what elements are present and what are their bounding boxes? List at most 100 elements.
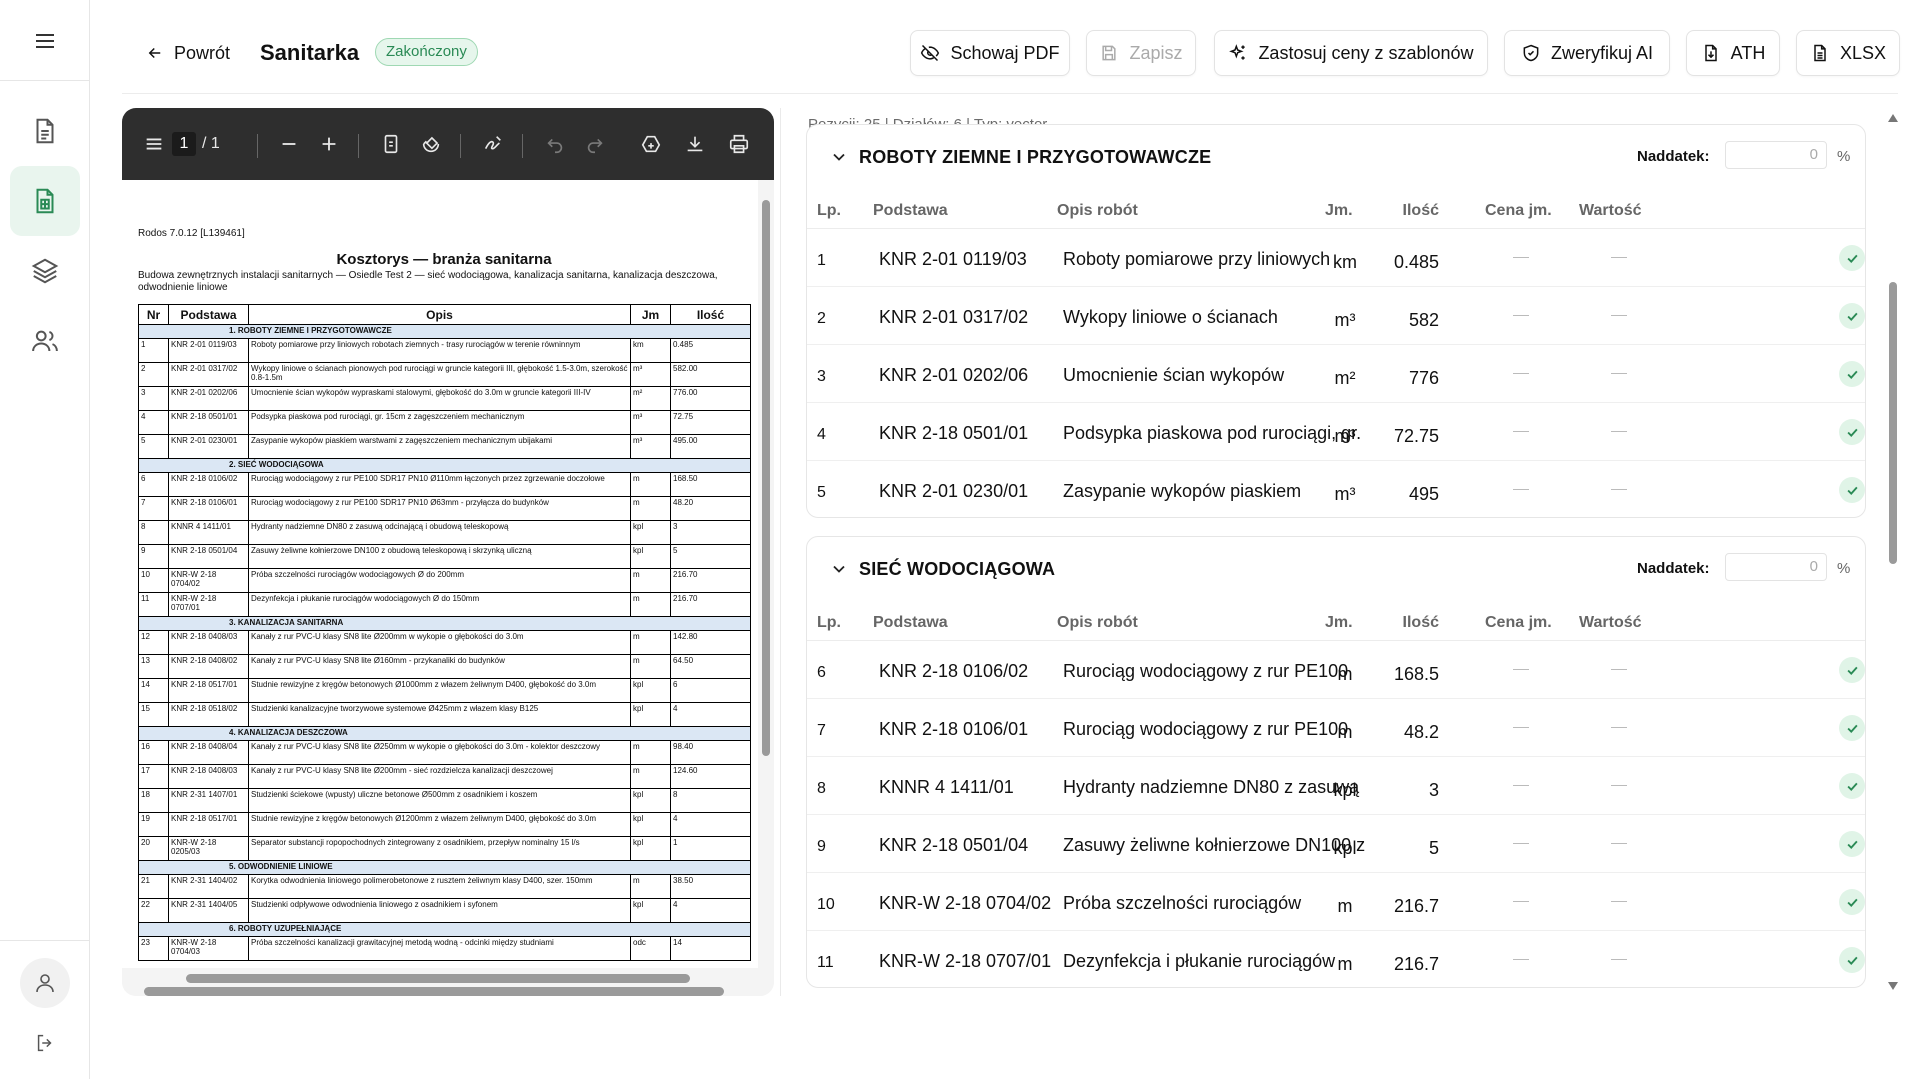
cell-opis[interactable]: Próba szczelności rurociągów (1063, 892, 1301, 914)
cell-opis[interactable]: Wykopy liniowe o ścianach (1063, 306, 1278, 328)
logout-icon[interactable] (30, 1028, 60, 1058)
price-empty[interactable] (1513, 785, 1529, 786)
fit-page-icon[interactable] (376, 108, 406, 180)
verified-check-icon[interactable] (1839, 715, 1865, 741)
pdf-outer-scrollbar[interactable] (122, 986, 758, 996)
cell-ilosc[interactable]: 216.7 (1339, 895, 1439, 917)
cell-ilosc[interactable]: 495 (1339, 483, 1439, 505)
price-empty[interactable] (1513, 901, 1529, 902)
cell-ilosc[interactable]: 48.2 (1339, 721, 1439, 743)
cell-podstawa[interactable]: KNR-W 2-18 0704/02 (879, 892, 1051, 914)
cell-opis[interactable]: Zasypanie wykopów piaskiem (1063, 480, 1301, 502)
zoom-in-icon[interactable] (314, 108, 344, 180)
table-row[interactable]: 4 KNR 2-18 0501/01 Podsypka piaskowa pod r… (807, 403, 1865, 461)
page-number-input[interactable]: 1 (172, 132, 196, 156)
cell-opis[interactable]: Umocnienie ścian wykopów (1063, 364, 1284, 386)
verified-check-icon[interactable] (1839, 303, 1865, 329)
section-header[interactable]: SIEĆ WODOCIĄGOWA Naddatek: 0% (807, 537, 1865, 601)
sidebar-item-templates[interactable] (10, 236, 80, 306)
panel-divider[interactable] (780, 108, 781, 996)
verify-ai-button[interactable]: Zweryfikuj AI (1504, 30, 1670, 76)
user-avatar[interactable] (20, 958, 70, 1008)
verified-check-icon[interactable] (1839, 773, 1865, 799)
cell-podstawa[interactable]: KNR 2-01 0202/06 (879, 364, 1028, 386)
cell-podstawa[interactable]: KNR-W 2-18 0707/01 (879, 950, 1051, 972)
sidebar-item-estimates[interactable] (10, 166, 80, 236)
verified-check-icon[interactable] (1839, 245, 1865, 271)
cell-opis[interactable]: Dezynfekcja i płukanie rurociągów (1063, 950, 1335, 972)
verified-check-icon[interactable] (1839, 831, 1865, 857)
download-icon[interactable] (680, 108, 710, 180)
section-header[interactable]: ROBOTY ZIEMNE I PRZYGOTOWAWCZE Naddatek: 0… (807, 125, 1865, 189)
table-row[interactable]: 6 KNR 2-18 0106/02 Rurociąg wodociągowy z … (807, 641, 1865, 699)
redo-icon[interactable] (580, 108, 610, 180)
price-empty[interactable] (1513, 431, 1529, 432)
cell-ilosc[interactable]: 3 (1339, 779, 1439, 801)
chevron-down-icon[interactable] (829, 559, 849, 579)
verified-check-icon[interactable] (1839, 477, 1865, 503)
cell-ilosc[interactable]: 776 (1339, 367, 1439, 389)
cell-ilosc[interactable]: 216.7 (1339, 953, 1439, 975)
undo-icon[interactable] (540, 108, 570, 180)
zoom-out-icon[interactable] (274, 108, 304, 180)
cell-ilosc[interactable]: 5 (1339, 837, 1439, 859)
cell-ilosc[interactable]: 168.5 (1339, 663, 1439, 685)
menu-icon[interactable] (26, 26, 64, 56)
price-empty[interactable] (1513, 257, 1529, 258)
price-empty[interactable] (1513, 489, 1529, 490)
price-empty[interactable] (1513, 727, 1529, 728)
verified-check-icon[interactable] (1839, 361, 1865, 387)
table-row[interactable]: 8 KNNR 4 1411/01 Hydranty nadziemne DN80 z… (807, 757, 1865, 815)
back-button[interactable]: Powrót (146, 38, 230, 68)
cell-opis[interactable]: Roboty pomiarowe przy liniowych (1063, 248, 1330, 270)
sidebar-item-documents[interactable] (10, 96, 80, 166)
print-icon[interactable] (724, 108, 754, 180)
editor-scrollbar[interactable] (1886, 108, 1900, 998)
cell-ilosc[interactable]: 72.75 (1339, 425, 1439, 447)
cell-podstawa[interactable]: KNR 2-18 0106/02 (879, 660, 1028, 682)
pdf-vertical-scrollbar[interactable] (760, 180, 772, 968)
save-button[interactable]: Zapisz (1086, 30, 1196, 76)
table-row[interactable]: 7 KNR 2-18 0106/01 Rurociąg wodociągowy z … (807, 699, 1865, 757)
price-empty[interactable] (1513, 669, 1529, 670)
draw-icon[interactable] (478, 108, 508, 180)
chevron-down-icon[interactable] (829, 147, 849, 167)
verified-check-icon[interactable] (1839, 947, 1865, 973)
cell-opis[interactable]: Rurociąg wodociągowy z rur PE100 (1063, 660, 1348, 682)
apply-template-prices-button[interactable]: Zastosuj ceny z szablonów (1214, 30, 1488, 76)
table-row[interactable]: 1 KNR 2-01 0119/03 Roboty pomiarowe przy l… (807, 229, 1865, 287)
price-empty[interactable] (1513, 843, 1529, 844)
cell-podstawa[interactable]: KNR 2-18 0501/04 (879, 834, 1028, 856)
table-row[interactable]: 10 KNR-W 2-18 0704/02 Próba szczelności ru… (807, 873, 1865, 931)
export-xlsx-button[interactable]: XLSX (1796, 30, 1900, 76)
verified-check-icon[interactable] (1839, 889, 1865, 915)
cell-podstawa[interactable]: KNR 2-01 0317/02 (879, 306, 1028, 328)
cell-ilosc[interactable]: 582 (1339, 309, 1439, 331)
markup-input[interactable]: 0 (1725, 141, 1827, 169)
price-empty[interactable] (1513, 373, 1529, 374)
table-row[interactable]: 9 KNR 2-18 0501/04 Zasuwy żeliwne kołnierz… (807, 815, 1865, 873)
pdf-viewport[interactable]: Rodos 7.0.12 [L139461] Kosztorys — branż… (122, 180, 774, 996)
cell-podstawa[interactable]: KNR 2-01 0230/01 (879, 480, 1028, 502)
cell-opis[interactable]: Rurociąg wodociągowy z rur PE100 (1063, 718, 1348, 740)
table-row[interactable]: 5 KNR 2-01 0230/01 Zasypanie wykopów piask… (807, 461, 1865, 517)
export-ath-button[interactable]: ATH (1686, 30, 1780, 76)
sidebar-item-users[interactable] (10, 306, 80, 376)
table-row[interactable]: 3 KNR 2-01 0202/06 Umocnienie ścian wykopó… (807, 345, 1865, 403)
hide-pdf-button[interactable]: Schowaj PDF (910, 30, 1070, 76)
add-drive-icon[interactable] (636, 108, 666, 180)
table-row[interactable]: 2 KNR 2-01 0317/02 Wykopy liniowe o ściana… (807, 287, 1865, 345)
cell-podstawa[interactable]: KNR 2-18 0501/01 (879, 422, 1028, 444)
verified-check-icon[interactable] (1839, 657, 1865, 683)
rotate-icon[interactable] (416, 108, 446, 180)
verified-check-icon[interactable] (1839, 419, 1865, 445)
table-row[interactable]: 11 KNR-W 2-18 0707/01 Dezynfekcja i płukan… (807, 931, 1865, 987)
price-empty[interactable] (1513, 315, 1529, 316)
cell-podstawa[interactable]: KNR 2-01 0119/03 (879, 248, 1027, 270)
markup-input[interactable]: 0 (1725, 553, 1827, 581)
cell-podstawa[interactable]: KNR 2-18 0106/01 (879, 718, 1028, 740)
cell-ilosc[interactable]: 0.485 (1339, 251, 1439, 273)
price-empty[interactable] (1513, 959, 1529, 960)
cell-podstawa[interactable]: KNNR 4 1411/01 (879, 776, 1014, 798)
sidebar-toggle-icon[interactable] (142, 108, 166, 180)
